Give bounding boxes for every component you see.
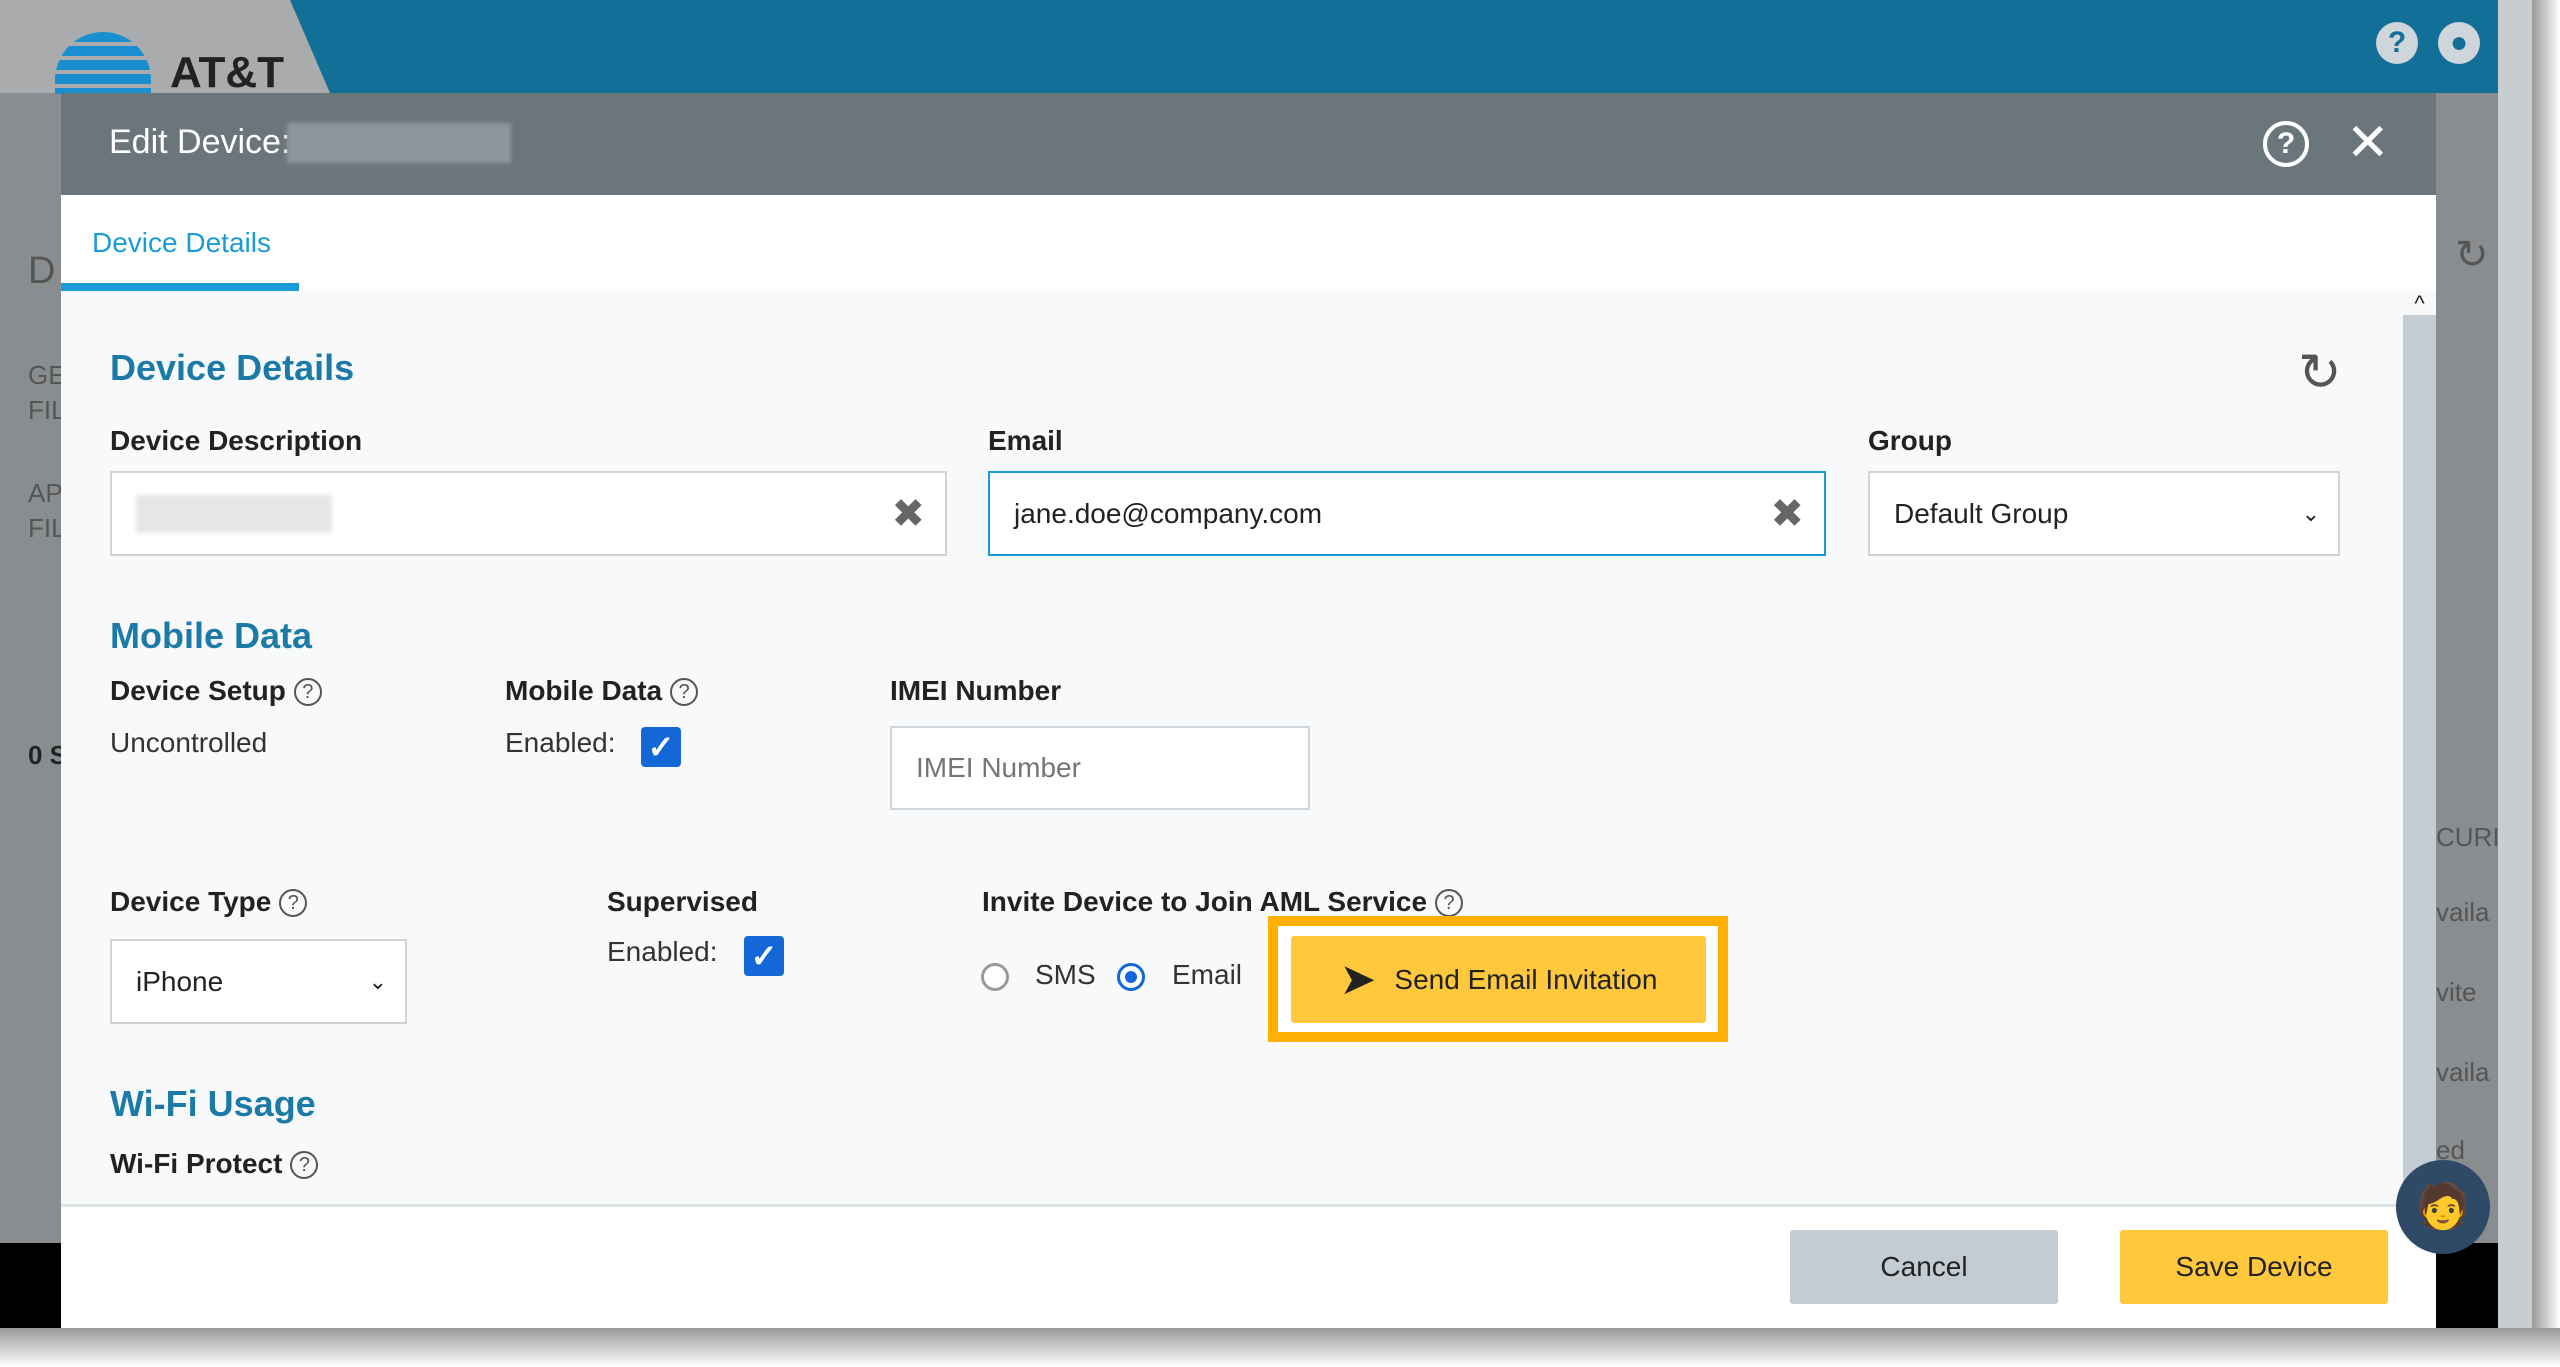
modal-footer: Cancel Save Device: [61, 1204, 2436, 1328]
edit-device-modal: Edit Device: ? ✕ Device Details ^ Device…: [61, 93, 2436, 1328]
refresh-icon[interactable]: ↻: [2298, 343, 2342, 403]
shadow: [2532, 0, 2560, 1367]
bg-text: vaila: [2436, 897, 2490, 927]
group-value: Default Group: [1894, 497, 2069, 529]
chevron-down-icon: ⌄: [2301, 500, 2320, 526]
clear-icon[interactable]: ✖: [891, 491, 925, 537]
bg-text: FIL: [28, 395, 66, 425]
help-icon[interactable]: ?: [670, 678, 699, 706]
button-label: Send Email Invitation: [1394, 963, 1658, 995]
wifi-protect-label: Wi-Fi Protect?: [110, 1148, 319, 1180]
section-device-details: Device Details: [110, 347, 355, 388]
modal-title: Edit Device:: [109, 123, 291, 161]
bg-text: vaila: [2436, 1057, 2490, 1087]
send-icon: ➤: [1339, 955, 1377, 1004]
email-value: jane.doe@company.com: [1014, 497, 1323, 529]
redacted-device-name: [287, 123, 511, 163]
bg-text: GE: [28, 360, 66, 390]
device-setup-value: Uncontrolled: [110, 727, 268, 758]
supervised-label: Supervised: [607, 886, 758, 917]
tab-device-details[interactable]: Device Details: [92, 227, 271, 259]
redacted-value: [136, 494, 332, 533]
email-input[interactable]: jane.doe@company.com ✖: [988, 471, 1826, 556]
tab-underline: [61, 283, 299, 291]
help-icon[interactable]: ?: [279, 889, 308, 917]
section-wifi-usage: Wi-Fi Usage: [110, 1083, 316, 1124]
brand-logo: AT&T: [170, 48, 285, 97]
device-type-label: Device Type?: [110, 886, 308, 918]
mobile-data-label: Mobile Data?: [505, 675, 699, 707]
modal-scrollbar[interactable]: [2403, 291, 2436, 1197]
scroll-up-icon[interactable]: ^: [2403, 291, 2436, 316]
save-device-button[interactable]: Save Device: [2120, 1230, 2388, 1304]
device-type-select[interactable]: iPhone ⌄: [110, 939, 407, 1024]
group-select[interactable]: Default Group ⌄: [1868, 471, 2340, 556]
chevron-down-icon: ⌄: [368, 968, 387, 994]
bg-text: vite: [2436, 977, 2477, 1007]
tab-bar: Device Details: [61, 195, 2436, 291]
help-icon[interactable]: ?: [1435, 889, 1464, 917]
chat-assistant-avatar[interactable]: 🧑: [2396, 1160, 2490, 1254]
device-type-value: iPhone: [136, 965, 224, 997]
page-scrollbar[interactable]: [2498, 0, 2532, 1328]
group-label: Group: [1868, 425, 1952, 456]
supervised-checkbox[interactable]: ✓: [744, 936, 784, 976]
imei-input[interactable]: [890, 726, 1310, 810]
bg-text: FIL: [28, 513, 66, 543]
enabled-label: Enabled:: [607, 936, 718, 967]
close-icon[interactable]: ✕: [2346, 113, 2390, 173]
email-radio[interactable]: [1117, 963, 1145, 991]
email-radio-label: Email: [1172, 959, 1243, 990]
bg-heading: D: [28, 250, 56, 292]
top-bar: [0, 0, 2498, 93]
device-description-input[interactable]: ✖: [110, 471, 947, 556]
bg-text: AP: [28, 478, 63, 508]
send-email-invitation-button[interactable]: ➤ Send Email Invitation: [1291, 936, 1706, 1023]
refresh-icon[interactable]: ↻: [2455, 232, 2489, 278]
device-setup-label: Device Setup?: [110, 675, 322, 707]
invite-label: Invite Device to Join AML Service?: [982, 886, 1464, 918]
sms-radio[interactable]: [981, 963, 1009, 991]
shadow: [0, 1328, 2560, 1367]
user-circle-icon[interactable]: ●: [2438, 22, 2480, 64]
mobile-data-checkbox[interactable]: ✓: [641, 727, 681, 767]
cancel-button[interactable]: Cancel: [1790, 1230, 2058, 1304]
help-icon[interactable]: ?: [290, 1151, 319, 1179]
help-icon[interactable]: ?: [293, 678, 322, 706]
help-icon[interactable]: ?: [2263, 121, 2309, 167]
question-circle-icon[interactable]: ?: [2376, 22, 2418, 64]
modal-header: Edit Device: ? ✕: [61, 93, 2436, 195]
email-label: Email: [988, 425, 1063, 456]
clear-icon[interactable]: ✖: [1770, 491, 1804, 537]
imei-label: IMEI Number: [890, 675, 1062, 706]
device-description-label: Device Description: [110, 425, 363, 456]
enabled-label: Enabled:: [505, 727, 616, 758]
section-mobile-data: Mobile Data: [110, 615, 313, 656]
sms-label: SMS: [1035, 959, 1096, 990]
